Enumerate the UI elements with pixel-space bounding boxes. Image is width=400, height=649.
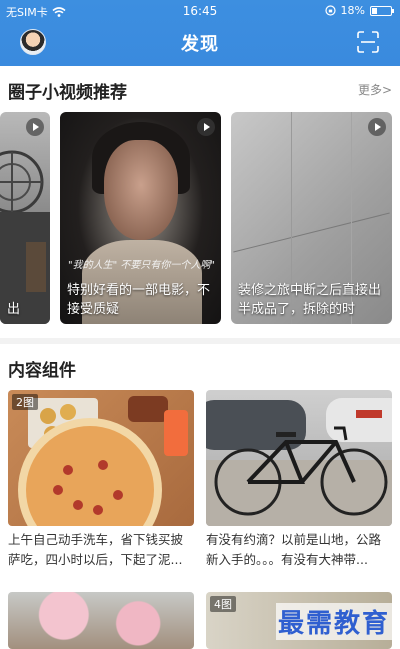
video-caption: 出 [7,302,21,317]
section-title-videos: 圈子小视频推荐 [8,83,127,103]
battery-icon [370,5,394,16]
watermark: 最需教育 [276,603,393,640]
content-card[interactable]: 2图 上午自己动手洗车，省下钱买披萨吃，四小时以后，下起了泥... [8,390,194,590]
pizza-image: 2图 [8,390,194,526]
video-card[interactable]: "我的人生" 不要只有你一个人啊" 特别好看的一部电影，不接受质疑 [60,112,221,324]
flower-image [8,592,194,649]
portrait-image [104,140,178,240]
content-card[interactable]: 有没有约滴？以前是山地，公路新入手的。。。有没有大神带... [206,390,392,590]
play-icon [26,118,44,136]
bicycle-image [206,390,392,526]
app-header: 无SIM卡 16:45 18% 发现 [0,0,400,66]
video-caption: 装修之旅中断之后直接出半成品了，拆除的时 [238,283,382,317]
video-caption: 特别好看的一部电影，不接受质疑 [67,283,211,317]
content-description: 有没有约滴？以前是山地，公路新入手的。。。有没有大神带... [206,532,382,567]
video-subtitle: "我的人生" 不要只有你一个人啊" [68,260,215,271]
video-card[interactable]: 出 [0,112,50,324]
orientation-lock-icon [324,5,336,16]
status-bar: 无SIM卡 16:45 18% [0,0,400,22]
section-title-content: 内容组件 [8,361,76,381]
image-count-badge: 4图 [210,596,236,612]
content-description: 上午自己动手洗车，省下钱买披萨吃，四小时以后，下起了泥... [8,532,184,567]
page-title: 发现 [181,34,219,55]
play-icon [197,118,215,136]
image-count-badge: 2图 [12,394,38,410]
play-icon [368,118,386,136]
scan-icon[interactable] [356,31,380,53]
video-card[interactable]: 装修之旅中断之后直接出半成品了，拆除的时 [231,112,392,324]
ferris-wheel-image [0,150,50,324]
more-link[interactable]: 更多> [358,81,392,98]
content-card[interactable] [8,592,194,649]
battery-percent: 18% [340,4,365,17]
